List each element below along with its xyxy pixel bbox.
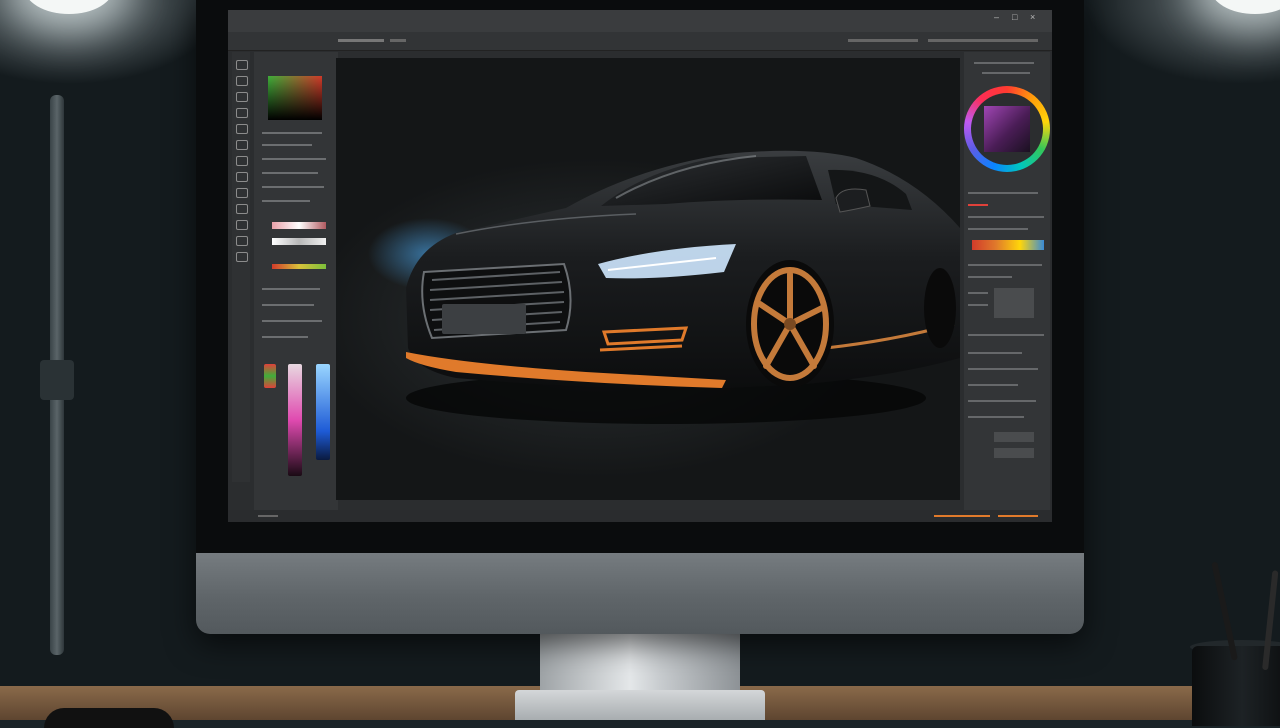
blue-gradient-strip[interactable] <box>316 364 330 460</box>
status-item <box>934 515 990 517</box>
monitor-chin <box>196 553 1084 634</box>
panel-row[interactable] <box>262 200 310 202</box>
status-item <box>258 515 278 517</box>
panel-row[interactable] <box>968 368 1038 370</box>
panel-row[interactable] <box>968 192 1038 194</box>
mouse <box>44 708 174 728</box>
panel-row[interactable] <box>968 216 1044 218</box>
panel-row[interactable] <box>968 384 1018 386</box>
panel-row[interactable] <box>968 400 1036 402</box>
marquee-tool-icon[interactable] <box>236 76 248 86</box>
panel-row[interactable] <box>968 228 1028 230</box>
status-item <box>998 515 1038 517</box>
color-slider[interactable] <box>272 222 326 229</box>
panel-row[interactable] <box>968 204 988 206</box>
tools-panel <box>232 52 250 482</box>
panel-row[interactable] <box>968 292 988 294</box>
panel-row[interactable] <box>262 186 324 188</box>
saturation-square[interactable] <box>984 106 1030 152</box>
color-dots[interactable] <box>264 364 276 388</box>
brush-tool-icon[interactable] <box>236 140 248 150</box>
move-tool-icon[interactable] <box>236 60 248 70</box>
panel-row[interactable] <box>262 172 318 174</box>
rear-wheel <box>924 268 956 348</box>
properties-panel <box>964 52 1050 522</box>
zoom-tool-icon[interactable] <box>236 252 248 262</box>
color-slider[interactable] <box>272 238 326 245</box>
color-picker-field[interactable] <box>268 76 322 120</box>
editor-window: – □ × <box>228 10 1052 522</box>
options-bar <box>228 32 1052 51</box>
panel-row[interactable] <box>968 304 988 306</box>
panel-row[interactable] <box>982 72 1030 74</box>
panel-row[interactable] <box>262 288 320 290</box>
status-bar <box>228 510 1052 522</box>
license-plate <box>442 304 526 334</box>
panel-row[interactable] <box>262 336 308 338</box>
panel-row[interactable] <box>262 144 312 146</box>
hand-tool-icon[interactable] <box>236 236 248 246</box>
color-wheel[interactable] <box>964 86 1050 172</box>
minimize-icon[interactable]: – <box>994 12 999 22</box>
options-control[interactable] <box>390 39 406 42</box>
color-slider[interactable] <box>272 264 326 269</box>
panel-row[interactable] <box>968 334 1044 336</box>
gradient-tool-icon[interactable] <box>236 188 248 198</box>
crop-tool-icon[interactable] <box>236 108 248 118</box>
panel-row[interactable] <box>262 320 322 322</box>
input-field[interactable] <box>994 448 1034 458</box>
stamp-tool-icon[interactable] <box>236 156 248 166</box>
image-canvas[interactable] <box>336 58 960 500</box>
eraser-tool-icon[interactable] <box>236 172 248 182</box>
car-wheel <box>746 260 834 388</box>
panel-row[interactable] <box>968 276 1012 278</box>
text-tool-icon[interactable] <box>236 220 248 230</box>
car-artwork <box>368 150 960 424</box>
eyedropper-tool-icon[interactable] <box>236 124 248 134</box>
input-field[interactable] <box>994 432 1034 442</box>
menu-bar: – □ × <box>228 10 1052 32</box>
document-tab[interactable] <box>338 39 384 42</box>
close-icon[interactable]: × <box>1030 12 1035 22</box>
panel-row[interactable] <box>974 62 1034 64</box>
monitor-stand-foot <box>515 690 765 720</box>
pen-tool-icon[interactable] <box>236 204 248 214</box>
panel-row[interactable] <box>968 264 1042 266</box>
hue-slider[interactable] <box>972 240 1044 250</box>
lasso-tool-icon[interactable] <box>236 92 248 102</box>
lamp-joint <box>40 360 74 400</box>
maximize-icon[interactable]: □ <box>1012 12 1017 22</box>
panel-row[interactable] <box>262 132 322 134</box>
options-control[interactable] <box>848 39 918 42</box>
panel-row[interactable] <box>968 416 1024 418</box>
panel-row[interactable] <box>262 158 326 160</box>
options-control[interactable] <box>928 39 1038 42</box>
panel-row[interactable] <box>968 352 1022 354</box>
color-panel <box>254 52 338 512</box>
preview-box[interactable] <box>994 288 1034 318</box>
panel-row[interactable] <box>262 304 314 306</box>
hue-gradient-strip[interactable] <box>288 364 302 476</box>
